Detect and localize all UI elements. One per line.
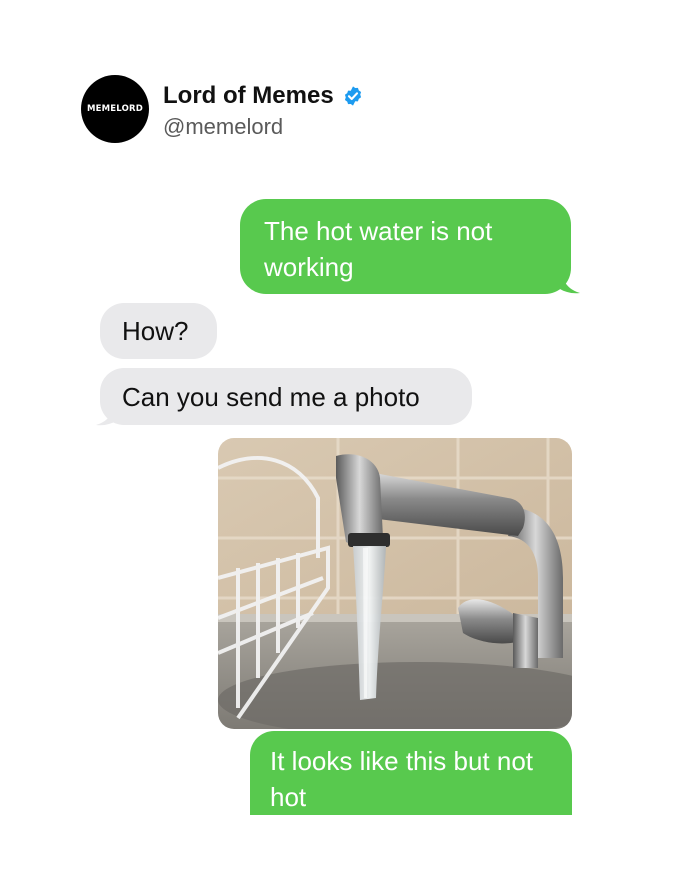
received-message-bubble: How? [100, 303, 217, 359]
handle[interactable]: @memelord [163, 114, 283, 140]
sent-bubble-tail [560, 272, 580, 294]
name-row: Lord of Memes [163, 82, 364, 110]
avatar-logo-text: MEMELORD [86, 104, 144, 114]
sent-message-bubble: It looks like this but not hot [250, 731, 572, 815]
received-message-bubble: Can you send me a photo [100, 368, 472, 425]
photo-message[interactable] [218, 438, 572, 729]
faucet-photo [218, 438, 572, 729]
sent-message-bubble: The hot water is not working [240, 199, 571, 294]
verified-badge-icon [344, 86, 361, 106]
display-name[interactable]: Lord of Memes [163, 82, 334, 110]
received-bubble-tail [96, 404, 116, 426]
avatar[interactable]: MEMELORD [81, 75, 149, 143]
